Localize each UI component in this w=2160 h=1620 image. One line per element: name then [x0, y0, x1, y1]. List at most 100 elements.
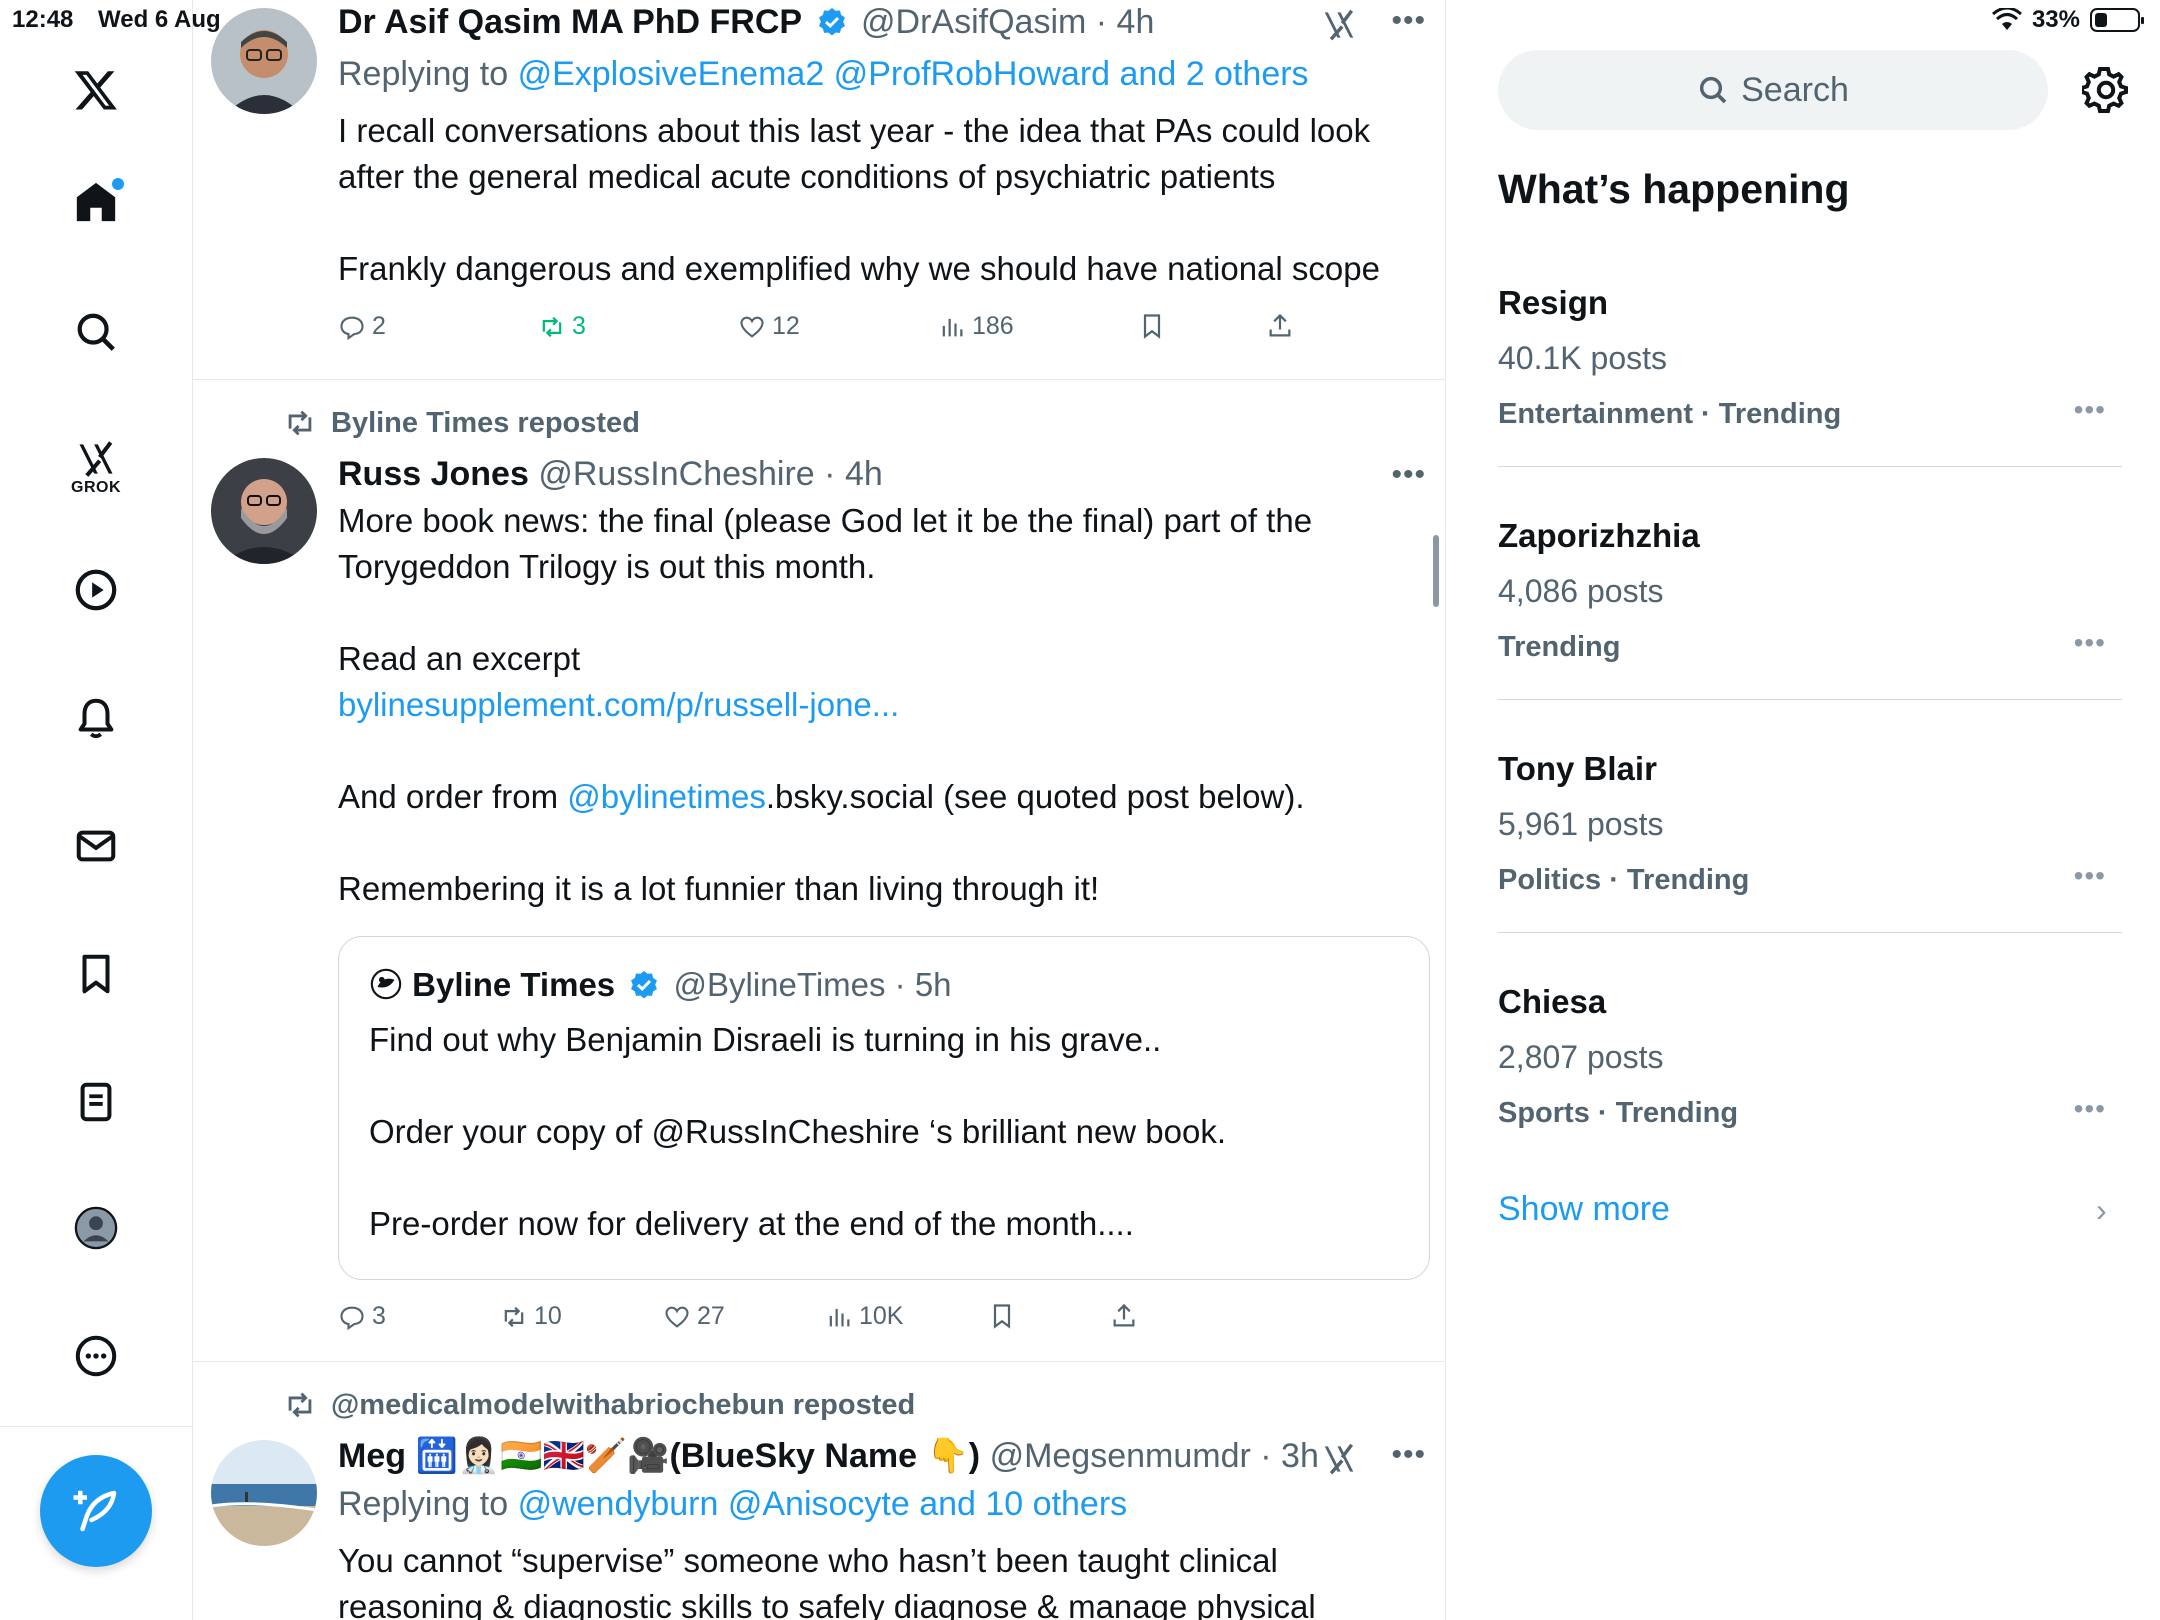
post-paragraph: You cannot “supervise” someone who hasn’… [338, 1542, 1316, 1620]
status-right: 33% [1991, 6, 2144, 34]
scrollbar-thumb[interactable] [1433, 535, 1439, 607]
quoted-post[interactable]: Byline Times @BylineTimes · 5h Find out … [338, 936, 1430, 1280]
trend-item[interactable]: Resign 40.1K posts Entertainment · Trend… [1498, 274, 2122, 506]
trend-more-icon[interactable]: ••• [2074, 627, 2106, 659]
compose-post-button[interactable] [40, 1455, 152, 1567]
post-time[interactable]: · 4h [824, 455, 883, 493]
reply-button[interactable]: 3 [338, 1302, 386, 1331]
share-button[interactable] [1266, 312, 1294, 340]
show-more-link[interactable]: Show more [1498, 1190, 1670, 1229]
notification-dot [112, 178, 124, 190]
quote-header: Byline Times @BylineTimes · 5h [369, 963, 952, 1007]
replying-label: Replying to [338, 1485, 509, 1523]
like-button[interactable]: 12 [738, 312, 800, 341]
trend-more-icon[interactable]: ••• [2074, 860, 2106, 892]
post-paragraph: Remembering it is a lot funnier than liv… [338, 870, 1100, 907]
share-icon [1269, 313, 1291, 337]
trend-item[interactable]: Chiesa 2,807 posts Sports · Trending ••• [1498, 973, 2122, 1205]
trend-name: Chiesa [1498, 983, 1607, 1020]
reply-icon [340, 1306, 364, 1330]
quote-time[interactable]: · 5h [895, 966, 952, 1003]
repost-count: 10 [534, 1302, 562, 1330]
trend-item[interactable]: Zaporizhzhia 4,086 posts Trending ••• [1498, 507, 2122, 739]
trend-post-count: 2,807 posts [1498, 1039, 1664, 1075]
post-russ-jones[interactable]: Byline Times reposted Russ Jones @RussIn… [193, 380, 1445, 1362]
author-avatar[interactable] [211, 458, 317, 564]
right-sidebar: Search What’s happening Resign 40.1K pos… [1446, 0, 2160, 1620]
bell-icon[interactable] [60, 682, 132, 754]
repost-icon [288, 410, 312, 436]
repost-button[interactable]: 10 [500, 1302, 562, 1331]
replying-to-handles[interactable]: @wendyburn @Anisocyte and 10 others [518, 1485, 1128, 1523]
trend-name: Tony Blair [1498, 750, 1657, 787]
views-button[interactable]: 186 [938, 312, 1014, 341]
repost-indicator: Byline Times reposted [283, 406, 640, 440]
quote-author-handle[interactable]: @BylineTimes [674, 966, 886, 1003]
more-circle-icon[interactable] [60, 1320, 132, 1392]
views-count: 10K [859, 1302, 904, 1330]
post-paragraph: More book news: the final (please God le… [338, 502, 1313, 585]
like-count: 27 [697, 1302, 725, 1330]
post-meg[interactable]: @medicalmodelwithabriochebun reposted Me… [193, 1362, 1445, 1620]
grok-icon[interactable] [1320, 1440, 1358, 1478]
replying-to-handles[interactable]: @ExplosiveEnema2 @ProfRobHoward and 2 ot… [518, 55, 1309, 93]
post-paragraph: Read an excerpt [338, 640, 581, 677]
repost-button[interactable]: 3 [538, 312, 586, 341]
search-icon[interactable] [60, 296, 132, 368]
author-name[interactable]: Russ Jones [338, 455, 529, 493]
post-paragraph: I recall conversations about this last y… [338, 112, 1371, 195]
x-logo-icon[interactable] [60, 54, 132, 126]
reply-button[interactable]: 2 [338, 312, 386, 341]
home-icon[interactable] [60, 166, 132, 238]
views-count: 186 [972, 312, 1014, 340]
bookmark-button[interactable] [988, 1302, 1016, 1330]
timeline[interactable]: Dr Asif Qasim MA PhD FRCP @DrAsifQasim ·… [193, 0, 1446, 1620]
post-more-icon[interactable]: ••• [1391, 458, 1426, 492]
repost-count: 3 [572, 312, 586, 340]
gear-icon[interactable] [2082, 66, 2130, 114]
excerpt-link[interactable]: bylinesupplement.com/p/russell-jone... [338, 682, 1422, 728]
replying-to-line: Replying to @ExplosiveEnema2 @ProfRobHow… [338, 52, 1422, 96]
divider [1498, 932, 2122, 933]
views-button[interactable]: 10K [825, 1302, 903, 1331]
trend-more-icon[interactable]: ••• [2074, 394, 2106, 426]
chevron-right-icon[interactable]: › [2096, 1192, 2107, 1229]
post-more-icon[interactable]: ••• [1391, 1438, 1426, 1472]
share-button[interactable] [1110, 1302, 1138, 1330]
author-name[interactable]: Meg 🛗👩🏻‍⚕️🇮🇳🇬🇧🏏🎥(BlueSky Name 👇) [338, 1437, 980, 1475]
like-button[interactable]: 27 [663, 1302, 725, 1331]
quote-author-name[interactable]: Byline Times [412, 966, 615, 1003]
trend-category: Trending [1498, 631, 1621, 663]
reposted-by[interactable]: Byline Times reposted [331, 407, 640, 440]
mail-icon[interactable] [60, 810, 132, 882]
trend-more-icon[interactable]: ••• [2074, 1093, 2106, 1125]
whats-happening-title: What’s happening [1498, 166, 1850, 212]
grok-icon[interactable]: GROK [60, 422, 132, 512]
quote-paragraph: Find out why Benjamin Disraeli is turnin… [369, 1021, 1162, 1058]
search-placeholder: Search [1741, 70, 1849, 109]
repost-icon [542, 316, 562, 337]
mention-link[interactable]: @bylinetimes [567, 778, 766, 815]
views-chart-icon [829, 1308, 850, 1326]
author-avatar[interactable] [211, 1440, 317, 1546]
post-text-segment: .bsky.social (see quoted post below). [765, 778, 1305, 815]
video-play-icon[interactable] [60, 554, 132, 626]
bookmark-icon[interactable] [60, 938, 132, 1010]
compose-feather-icon [73, 1490, 117, 1532]
search-input[interactable]: Search [1498, 50, 2048, 130]
post-time[interactable]: · 3h [1260, 1437, 1319, 1475]
profile-avatar-icon[interactable] [60, 1192, 132, 1264]
author-handle[interactable]: @RussInCheshire [538, 455, 814, 493]
repost-icon [288, 1392, 312, 1418]
repost-indicator: @medicalmodelwithabriochebun reposted [283, 1388, 915, 1422]
post-asif-qasim[interactable]: Dr Asif Qasim MA PhD FRCP @DrAsifQasim ·… [193, 0, 1445, 380]
bookmark-button[interactable] [1138, 312, 1166, 340]
trend-name: Resign [1498, 284, 1609, 321]
trend-post-count: 40.1K posts [1498, 340, 1667, 376]
battery-percent: 33% [2031, 6, 2080, 33]
lists-icon[interactable] [60, 1066, 132, 1138]
reposted-by[interactable]: @medicalmodelwithabriochebun reposted [331, 1389, 915, 1422]
author-handle[interactable]: @Megsenmumdr [990, 1437, 1251, 1475]
nav-divider [0, 1426, 193, 1427]
trend-item[interactable]: Tony Blair 5,961 posts Politics · Trendi… [1498, 740, 2122, 972]
